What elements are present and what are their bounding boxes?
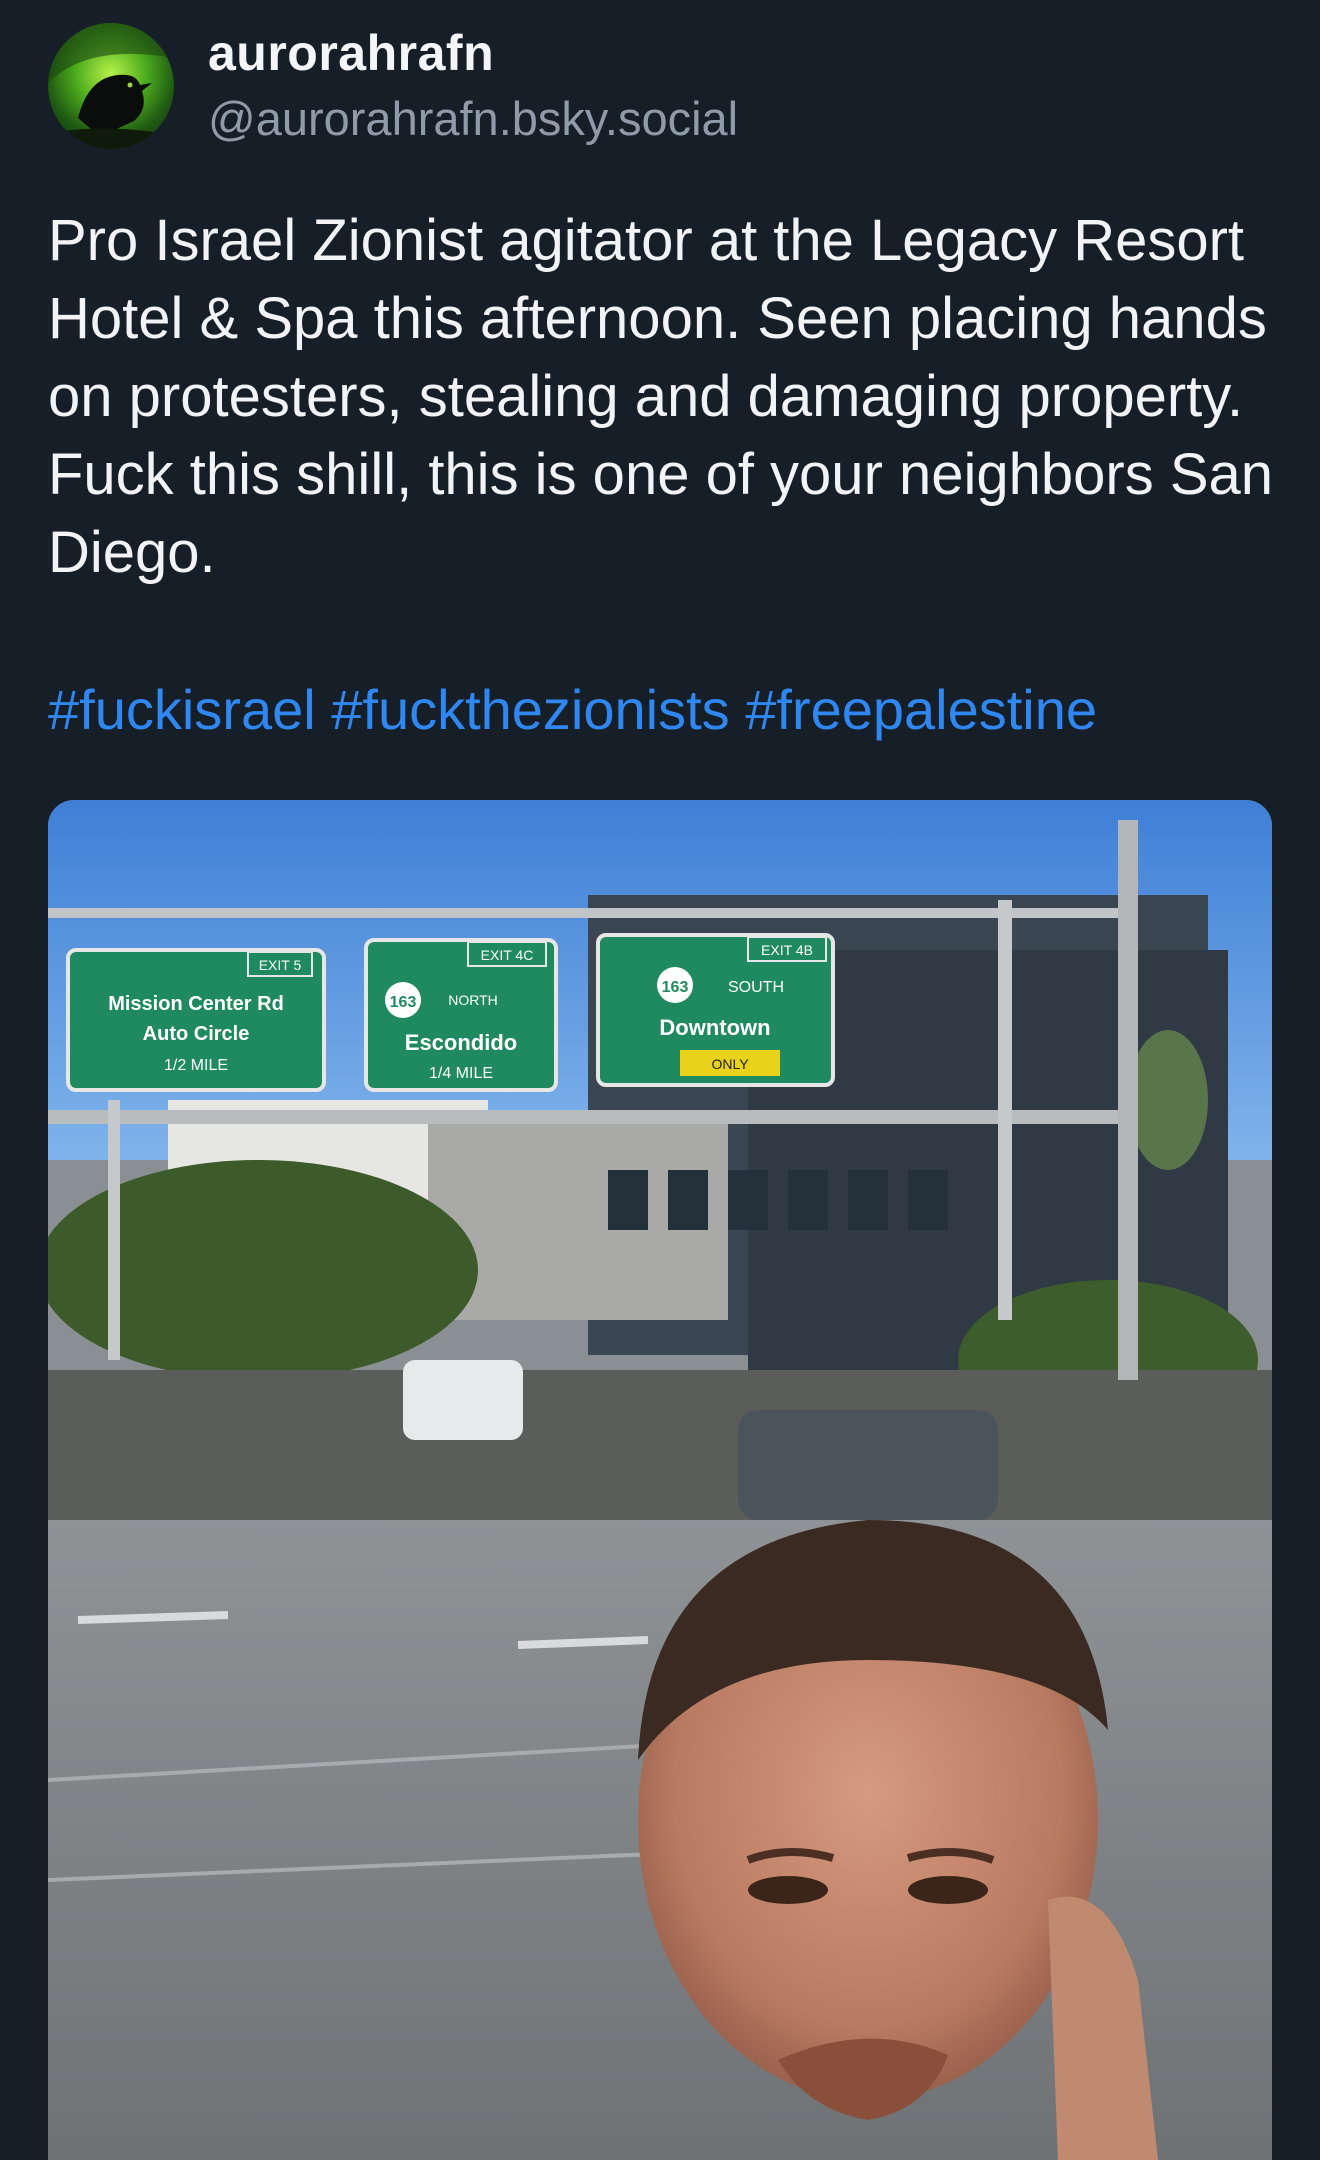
author-display-name[interactable]: aurorahrafn — [208, 20, 738, 86]
dark-car — [738, 1410, 998, 1520]
post-video[interactable]: EXIT 5 Mission Center Rd Auto Circle 1/2… — [48, 800, 1272, 2160]
highway-sign-left: EXIT 5 Mission Center Rd Auto Circle 1/2… — [66, 948, 326, 1092]
sign-middle-line1: Escondido — [405, 1030, 517, 1055]
sign-right-exit: EXIT 4B — [761, 942, 813, 958]
raven-aurora-avatar-icon — [48, 23, 174, 149]
sign-right-line1: Downtown — [659, 1015, 770, 1040]
sign-middle-direction: NORTH — [448, 992, 498, 1008]
sign-left-exit: EXIT 5 — [259, 957, 302, 973]
sign-middle-route: 163 — [390, 994, 417, 1011]
sign-left-line1: Mission Center Rd — [108, 993, 284, 1015]
post: aurorahrafn @aurorahrafn.bsky.social Pro… — [0, 0, 1320, 2160]
sign-middle-line2: 1/4 MILE — [429, 1065, 493, 1082]
hashtag-link[interactable]: #fuckisrael — [48, 678, 316, 741]
sign-middle-exit: EXIT 4C — [481, 947, 534, 963]
highway-sign-right: EXIT 4B 163 SOUTH Downtown ONLY — [596, 933, 835, 1087]
post-text: Pro Israel Zionist agitator at the Legac… — [48, 208, 1274, 585]
sign-right-direction: SOUTH — [728, 979, 784, 996]
hashtag-link[interactable]: #freepalestine — [745, 678, 1097, 741]
hashtag-link[interactable]: #fuckthezionists — [331, 678, 729, 741]
sign-right-route: 163 — [662, 979, 689, 996]
author-names: aurorahrafn @aurorahrafn.bsky.social — [208, 20, 738, 152]
video-frame: EXIT 5 Mission Center Rd Auto Circle 1/2… — [48, 800, 1272, 2160]
highway-sign-middle: EXIT 4C 163 NORTH Escondido 1/4 MILE — [364, 938, 558, 1092]
sign-left-line3: 1/2 MILE — [164, 1057, 228, 1074]
post-header: aurorahrafn @aurorahrafn.bsky.social — [48, 20, 738, 152]
sign-right-line2: ONLY — [711, 1056, 749, 1072]
hashtag-row: #fuckisrael #fuckthezionists #freepalest… — [48, 670, 1097, 750]
author-handle[interactable]: @aurorahrafn.bsky.social — [208, 86, 738, 152]
white-suv — [403, 1360, 523, 1440]
fence — [48, 1370, 1272, 1520]
author-avatar[interactable] — [48, 23, 174, 149]
sign-left-line2: Auto Circle — [143, 1023, 250, 1045]
